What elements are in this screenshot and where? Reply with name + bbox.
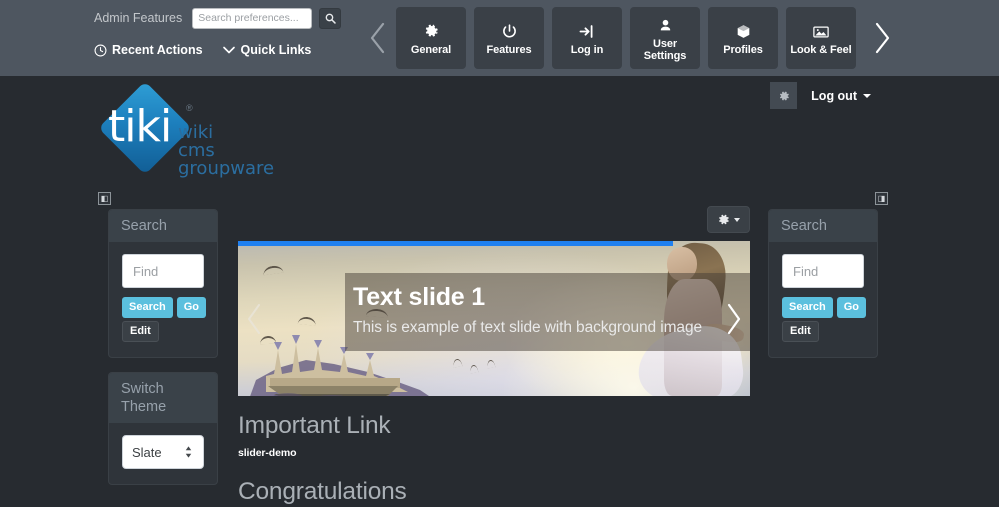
slider-demo-tag[interactable]: slider-demo <box>238 447 750 459</box>
site-header: tiki ® wiki cms groupware Log out <box>0 76 999 186</box>
admin-tile-user-settings[interactable]: User Settings <box>630 7 700 69</box>
admin-quicklinks-row: Recent Actions Quick Links <box>94 40 311 60</box>
admin-search-row: Admin Features <box>94 6 342 30</box>
admin-tile-look-and-feel[interactable]: Look & Feel <box>786 7 856 69</box>
slider-progress-bar <box>238 241 674 246</box>
go-button-left[interactable]: Go <box>176 297 206 318</box>
module-search-right-title: Search <box>769 210 877 242</box>
module-search-right: Search Search Go Edit <box>768 209 878 358</box>
admin-tile-login-label: Log in <box>570 43 604 56</box>
chevron-right-icon <box>875 22 890 54</box>
module-search-left-title: Search <box>109 210 217 242</box>
module-search-left-body: Search Go Edit <box>109 242 217 357</box>
page-body: Search Search Go Edit Switch Theme Slate <box>0 186 999 505</box>
logout-group: Log out <box>770 82 881 109</box>
edit-button-left[interactable]: Edit <box>122 321 159 342</box>
admin-tiles-group: General Features Log in User Settings Pr… <box>396 7 856 69</box>
admin-tile-profiles[interactable]: Profiles <box>708 7 778 69</box>
admin-tile-user-settings-label: User Settings <box>644 38 687 62</box>
admin-top-bar: Admin Features Recent Actions <box>0 0 999 76</box>
search-right-buttons: Search Go <box>782 297 866 318</box>
tiki-tagline: wiki cms groupware <box>178 124 274 178</box>
admin-tile-features-label: Features <box>486 43 532 56</box>
search-button-right[interactable]: Search <box>782 297 833 318</box>
module-search-right-body: Search Go Edit <box>769 242 877 357</box>
search-preferences-button[interactable] <box>319 7 342 29</box>
caret-down-icon <box>863 93 871 98</box>
slide-title: Text slide 1 <box>353 283 485 311</box>
module-switch-theme-title: Switch Theme <box>109 373 217 423</box>
tagline-line-3: groupware <box>178 158 275 179</box>
settings-gear-button[interactable] <box>770 82 798 109</box>
page-content: Important Link slider-demo Congratulatio… <box>238 411 750 507</box>
slider-next-button[interactable] <box>720 297 746 341</box>
search-preferences-input[interactable] <box>192 7 313 29</box>
admin-tile-look-and-feel-label: Look & Feel <box>790 43 852 56</box>
clock-icon <box>94 44 107 57</box>
edit-button-right[interactable]: Edit <box>782 321 819 342</box>
chevron-right-icon <box>727 303 741 334</box>
login-arrow-icon <box>579 23 595 41</box>
search-input-left[interactable] <box>122 254 204 288</box>
chevron-down-icon <box>222 45 236 55</box>
slider-caption: Text slide 1 This is example of text sli… <box>345 273 750 351</box>
search-button-left[interactable]: Search <box>122 297 173 318</box>
power-icon <box>502 23 517 41</box>
admin-tiles-next-arrow[interactable] <box>866 16 898 60</box>
theme-select[interactable]: Slate <box>122 435 204 469</box>
chevron-left-icon <box>248 303 260 334</box>
search-left-buttons: Search Go <box>122 297 206 318</box>
gear-icon <box>719 214 729 225</box>
user-settings-line1: User <box>652 37 678 50</box>
user-icon <box>658 17 673 35</box>
tiki-wordmark: tiki <box>108 101 172 152</box>
slide-description: This is example of text slide with backg… <box>353 319 702 336</box>
box-icon <box>736 23 751 41</box>
gear-icon <box>779 91 789 100</box>
admin-tiles-prev-arrow[interactable] <box>362 16 394 60</box>
admin-tile-profiles-label: Profiles <box>723 43 763 56</box>
module-switch-theme-body: Slate <box>109 423 217 484</box>
admin-bar-left-group: Admin Features Recent Actions <box>94 0 354 76</box>
congratulations-heading: Congratulations <box>238 478 407 505</box>
go-button-right[interactable]: Go <box>836 297 866 318</box>
module-search-left: Search Search Go Edit <box>108 209 218 358</box>
logout-button[interactable]: Log out <box>797 82 881 109</box>
quick-links-link[interactable]: Quick Links <box>222 43 312 57</box>
slider-settings-button[interactable] <box>707 206 750 233</box>
image-icon <box>813 23 829 41</box>
image-slider[interactable]: Text slide 1 This is example of text sli… <box>238 241 750 396</box>
quick-links-label: Quick Links <box>240 43 312 57</box>
search-input-right[interactable] <box>782 254 864 288</box>
slider-prev-button[interactable] <box>242 297 268 341</box>
logout-label: Log out <box>811 88 857 103</box>
search-icon <box>325 13 336 24</box>
recent-actions-label: Recent Actions <box>112 43 203 57</box>
user-settings-line2: Settings <box>643 49 687 62</box>
important-link-heading: Important Link <box>238 412 391 439</box>
admin-tile-features[interactable]: Features <box>474 7 544 69</box>
caret-down-icon <box>734 217 740 222</box>
site-logo[interactable]: tiki ® wiki cms groupware <box>98 81 368 183</box>
gear-icon <box>424 23 439 41</box>
search-right-edit-wrap: Edit <box>782 318 864 342</box>
module-switch-theme: Switch Theme Slate <box>108 372 218 485</box>
registered-mark: ® <box>186 103 193 113</box>
search-left-edit-wrap: Edit <box>122 318 204 342</box>
admin-tile-general-label: General <box>410 43 452 56</box>
admin-tile-general[interactable]: General <box>396 7 466 69</box>
admin-features-label: Admin Features <box>94 11 183 25</box>
recent-actions-link[interactable]: Recent Actions <box>94 43 203 57</box>
admin-tile-login[interactable]: Log in <box>552 7 622 69</box>
theme-select-wrap: Slate <box>122 435 204 469</box>
chevron-left-icon <box>370 22 385 54</box>
